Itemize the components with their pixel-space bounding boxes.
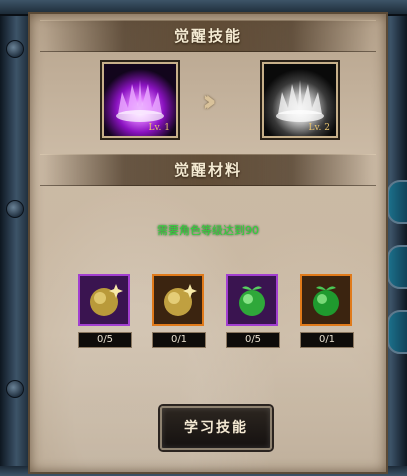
rivet-icon (6, 40, 24, 58)
awakening-panel: 觉醒技能 Lv. 1 ›› Lv. 2 觉醒材料 需要角色等级达到90 0/5 … (28, 12, 388, 474)
gold-orb-icon (80, 276, 128, 324)
double-chevron-right-icon: ›› (202, 84, 216, 119)
material-slot[interactable] (152, 274, 204, 326)
green-orb-icon (302, 276, 350, 324)
side-tab-knob[interactable] (387, 310, 407, 354)
side-tab-knob[interactable] (387, 245, 407, 289)
gold-orb-icon (154, 276, 202, 324)
material-item[interactable]: 0/5 (78, 274, 132, 348)
material-item[interactable]: 0/5 (226, 274, 280, 348)
green-orb-icon (228, 276, 276, 324)
side-tab-knob[interactable] (387, 180, 407, 224)
material-slot[interactable] (300, 274, 352, 326)
next-skill-slot[interactable]: Lv. 2 (260, 60, 340, 140)
material-count: 0/1 (300, 332, 354, 348)
learn-skill-button[interactable]: 学习技能 (160, 406, 272, 450)
skill-section-title: 觉醒技能 (40, 20, 376, 52)
level-requirement-text: 需要角色等级达到90 (157, 224, 259, 237)
material-slot[interactable] (226, 274, 278, 326)
material-item[interactable]: 0/1 (152, 274, 206, 348)
material-count: 0/5 (226, 332, 280, 348)
material-section-title: 觉醒材料 (40, 154, 376, 186)
current-skill-slot[interactable]: Lv. 1 (100, 60, 180, 140)
skill-level-label: Lv. 1 (148, 123, 170, 133)
rivet-icon (6, 380, 24, 398)
rivet-icon (6, 200, 24, 218)
material-count: 0/5 (78, 332, 132, 348)
skill-level-label: Lv. 2 (308, 123, 330, 133)
material-count: 0/1 (152, 332, 206, 348)
material-slot[interactable] (78, 274, 130, 326)
material-item[interactable]: 0/1 (300, 274, 354, 348)
